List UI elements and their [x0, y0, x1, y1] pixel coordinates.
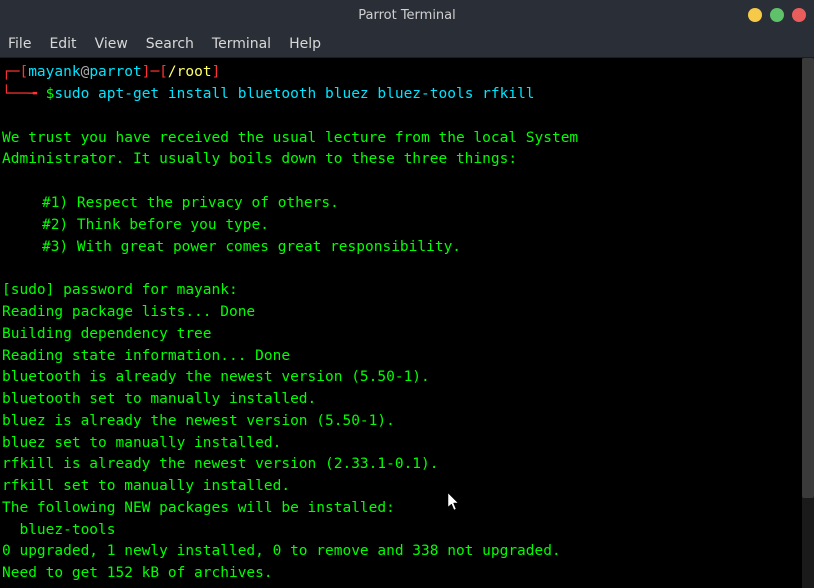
blank-line: [2, 106, 812, 128]
blank-line: [2, 171, 812, 193]
output-line: [sudo] password for mayank:: [2, 280, 812, 302]
prompt-prefix: └──╼: [2, 84, 46, 106]
scrollbar-thumb[interactable]: [802, 58, 814, 498]
output-rule: #3) With great power comes great respons…: [2, 237, 812, 259]
menu-view[interactable]: View: [95, 36, 128, 52]
output-line: We trust you have received the usual lec…: [2, 128, 812, 150]
prompt-bracket: ┌─[: [2, 62, 28, 84]
prompt-sep: ]─[: [142, 62, 168, 84]
output-line: bluetooth is already the newest version …: [2, 367, 812, 389]
menu-search[interactable]: Search: [146, 36, 194, 52]
close-button[interactable]: [792, 8, 806, 22]
output-line: Building dependency tree: [2, 324, 812, 346]
output-line: bluez set to manually installed.: [2, 433, 812, 455]
output-line: rfkill set to manually installed.: [2, 476, 812, 498]
prompt-at: @: [81, 62, 90, 84]
terminal-area[interactable]: ┌─[mayank@parrot]─[/root] └──╼ $sudo apt…: [0, 58, 814, 588]
output-rule: #1) Respect the privacy of others.: [2, 193, 812, 215]
output-line: bluez-tools: [2, 520, 812, 542]
output-line: rfkill is already the newest version (2.…: [2, 454, 812, 476]
output-line: Reading package lists... Done: [2, 302, 812, 324]
output-line: bluetooth set to manually installed.: [2, 389, 812, 411]
menubar: File Edit View Search Terminal Help: [0, 30, 814, 58]
scrollbar[interactable]: [802, 58, 814, 588]
output-line: Reading state information... Done: [2, 346, 812, 368]
prompt-dollar: $: [46, 84, 55, 106]
prompt-host: parrot: [89, 62, 141, 84]
output-rule: #2) Think before you type.: [2, 215, 812, 237]
blank-line: [2, 258, 812, 280]
prompt-bracket-end: ]: [212, 62, 221, 84]
command-text: sudo apt-get install bluetooth bluez blu…: [54, 84, 534, 106]
titlebar: Parrot Terminal: [0, 0, 814, 30]
menu-file[interactable]: File: [8, 36, 31, 52]
prompt-user: mayank: [28, 62, 80, 84]
menu-terminal[interactable]: Terminal: [212, 36, 271, 52]
window-title: Parrot Terminal: [358, 8, 456, 23]
menu-edit[interactable]: Edit: [49, 36, 76, 52]
menu-help[interactable]: Help: [289, 36, 321, 52]
output-line: bluez is already the newest version (5.5…: [2, 411, 812, 433]
output-line: 0 upgraded, 1 newly installed, 0 to remo…: [2, 541, 812, 563]
minimize-button[interactable]: [748, 8, 762, 22]
output-line: Need to get 152 kB of archives.: [2, 563, 812, 585]
window-controls: [748, 8, 806, 22]
mouse-cursor-icon: [448, 493, 462, 518]
output-line: Administrator. It usually boils down to …: [2, 149, 812, 171]
prompt-path: /root: [168, 62, 212, 84]
prompt-line-2: └──╼ $sudo apt-get install bluetooth blu…: [2, 84, 812, 106]
output-line: The following NEW packages will be insta…: [2, 498, 812, 520]
maximize-button[interactable]: [770, 8, 784, 22]
prompt-line-1: ┌─[mayank@parrot]─[/root]: [2, 62, 812, 84]
